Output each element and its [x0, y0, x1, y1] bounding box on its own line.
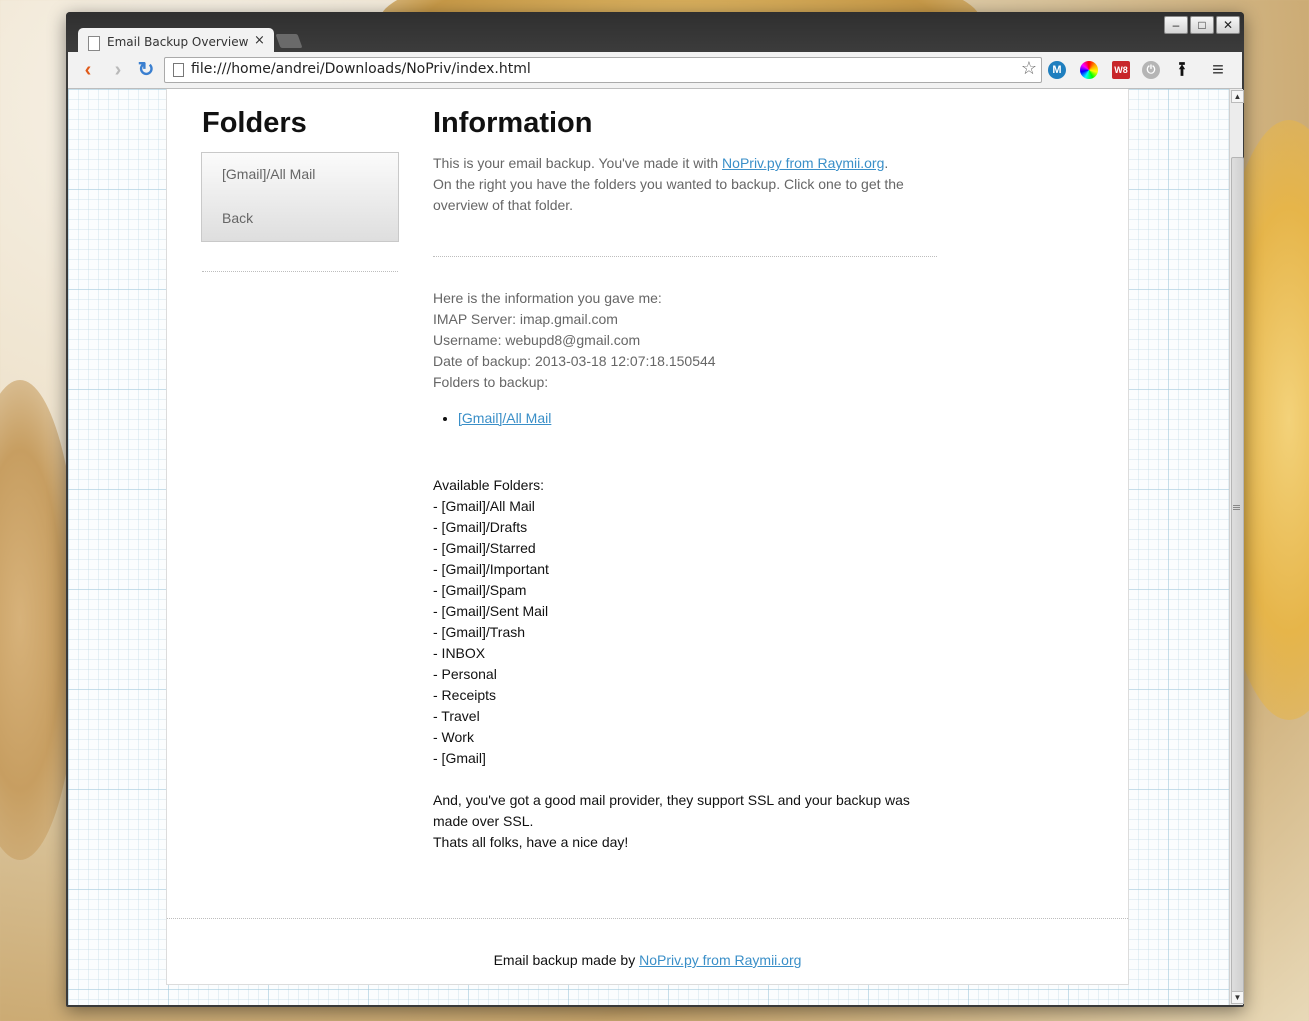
- upload-icon[interactable]: ⭱: [1172, 60, 1192, 80]
- list-item: - Personal: [433, 666, 497, 682]
- browser-toolbar: ‹ › ↻ file:///home/andrei/Downloads/NoPr…: [68, 52, 1242, 89]
- tab-title: Email Backup Overview P: [107, 35, 249, 49]
- divider: [167, 918, 1128, 919]
- signoff: Thats all folks, have a nice day!: [433, 834, 629, 850]
- intro-text-end: .: [884, 155, 889, 171]
- footer-nopriv-link[interactable]: NoPriv.py from Raymii.org: [639, 952, 801, 968]
- back-icon[interactable]: ‹: [78, 60, 98, 80]
- folder-link-all-mail[interactable]: [Gmail]/All Mail: [222, 166, 315, 182]
- available-folders-label: Available Folders:: [433, 477, 545, 493]
- list-item: - [Gmail]/All Mail: [433, 498, 535, 514]
- sidebar-title: Folders: [202, 107, 307, 139]
- list-item: - [Gmail]/Starred: [433, 540, 536, 556]
- folders-to-backup-label: Folders to backup:: [433, 374, 549, 390]
- page-icon: [88, 36, 100, 51]
- list-item: - [Gmail]/Important: [433, 561, 549, 577]
- browser-window: – □ ✕ Email Backup Overview P × ‹ › ↻ fi…: [66, 12, 1244, 1007]
- window-titlebar: – □ ✕ Email Backup Overview P ×: [66, 12, 1244, 56]
- imap-server: IMAP Server: imap.gmail.com: [433, 311, 618, 327]
- username: Username: webupd8@gmail.com: [433, 332, 641, 348]
- color-picker-extension-icon[interactable]: [1080, 61, 1098, 79]
- list-item: - Receipts: [433, 687, 497, 703]
- folders-to-backup-list: [Gmail]/All Mail: [433, 408, 551, 429]
- page-container: Folders [Gmail]/All Mail Back Informatio…: [166, 89, 1129, 985]
- intro-text: This is your email backup. You've made i…: [433, 153, 937, 216]
- forward-icon[interactable]: ›: [108, 60, 128, 80]
- divider: [433, 256, 937, 257]
- list-item: - Work: [433, 729, 474, 745]
- list-item: - [Gmail]/Sent Mail: [433, 603, 549, 619]
- scroll-thumb[interactable]: [1231, 157, 1244, 995]
- available-folders: Available Folders: - [Gmail]/All Mail - …: [433, 475, 937, 769]
- maximize-button[interactable]: □: [1190, 16, 1214, 34]
- intro-text-line2: On the right you have the folders you wa…: [433, 176, 904, 213]
- reload-icon[interactable]: ↻: [136, 60, 156, 80]
- menu-icon[interactable]: ≡: [1208, 60, 1228, 80]
- folder-nav: [Gmail]/All Mail Back: [201, 152, 399, 242]
- bookmark-star-icon[interactable]: ☆: [1021, 58, 1037, 79]
- scroll-down-icon[interactable]: ▼: [1231, 991, 1244, 1004]
- list-item: - Travel: [433, 708, 480, 724]
- power-extension-icon[interactable]: ⏻: [1142, 61, 1160, 79]
- page-viewport: Folders [Gmail]/All Mail Back Informatio…: [68, 89, 1229, 1005]
- page-title: Information: [433, 107, 593, 139]
- footer-text: Email backup made by: [493, 952, 640, 968]
- closing-text: And, you've got a good mail provider, th…: [433, 790, 937, 853]
- backup-info: Here is the information you gave me: IMA…: [433, 288, 937, 393]
- list-item: - [Gmail]: [433, 750, 486, 766]
- file-icon: [173, 63, 184, 77]
- divider: [202, 271, 398, 272]
- list-item: - [Gmail]/Spam: [433, 582, 527, 598]
- nopriv-link[interactable]: NoPriv.py from Raymii.org: [722, 155, 884, 171]
- address-url[interactable]: file:///home/andrei/Downloads/NoPriv/ind…: [191, 61, 531, 77]
- footer: Email backup made by NoPriv.py from Raym…: [167, 952, 1128, 968]
- back-link[interactable]: Back: [222, 210, 253, 226]
- webupd8-extension-icon[interactable]: W8: [1112, 61, 1130, 79]
- intro-text-start: This is your email backup. You've made i…: [433, 155, 723, 171]
- ssl-note: And, you've got a good mail provider, th…: [433, 792, 910, 829]
- list-item: - [Gmail]/Drafts: [433, 519, 528, 535]
- list-item: [Gmail]/All Mail: [458, 408, 551, 429]
- extension-m-icon[interactable]: M: [1048, 61, 1066, 79]
- tab-close-icon[interactable]: ×: [254, 33, 265, 48]
- address-bar[interactable]: file:///home/andrei/Downloads/NoPriv/ind…: [164, 57, 1042, 83]
- backup-folder-link[interactable]: [Gmail]/All Mail: [458, 410, 551, 426]
- info-heading: Here is the information you gave me:: [433, 290, 662, 306]
- close-window-button[interactable]: ✕: [1216, 16, 1240, 34]
- scroll-grip-icon: [1233, 505, 1240, 511]
- minimize-button[interactable]: –: [1164, 16, 1188, 34]
- new-tab-button[interactable]: [275, 34, 303, 48]
- list-item: - INBOX: [433, 645, 486, 661]
- vertical-scrollbar[interactable]: ▲ ▼: [1229, 89, 1244, 1005]
- backup-date: Date of backup: 2013-03-18 12:07:18.1505…: [433, 353, 716, 369]
- list-item: - [Gmail]/Trash: [433, 624, 526, 640]
- scroll-up-icon[interactable]: ▲: [1231, 90, 1244, 103]
